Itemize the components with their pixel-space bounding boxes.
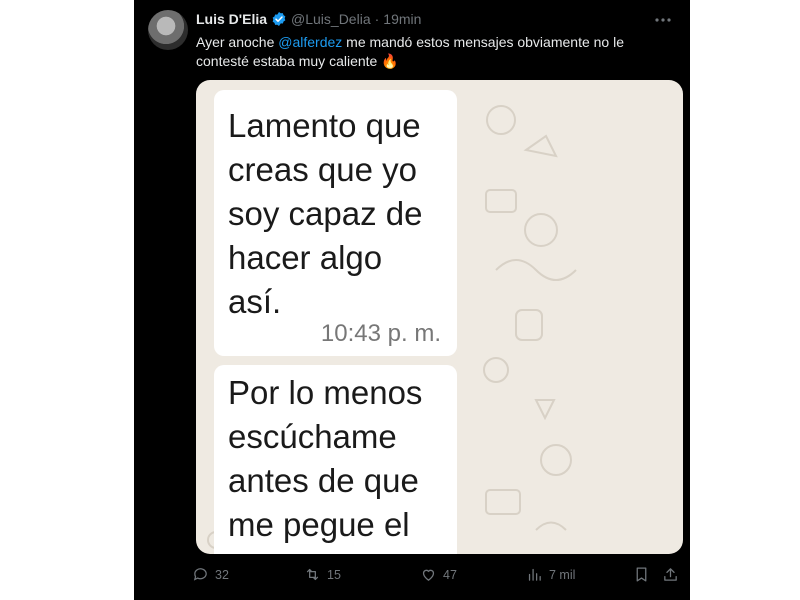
author-name[interactable]: Luis D'Elia: [196, 11, 267, 27]
header-separator: ·: [374, 11, 380, 27]
repost-count: 15: [327, 567, 341, 582]
chat-message-text: Lamento que creas que yo soy capaz de ha…: [228, 107, 423, 320]
tweet-actions: 32 15 47 7 mil: [192, 566, 682, 586]
share-icon[interactable]: [662, 566, 679, 583]
tweet-image[interactable]: Lamento que creas que yo soy capaz de ha…: [196, 80, 683, 554]
tweet[interactable]: Luis D'Elia @Luis_Delia · 19min Ayer ano…: [134, 0, 690, 600]
chat-message-bubble: Por lo menos escúchame antes de que me p…: [214, 365, 457, 554]
reply-count: 32: [215, 567, 229, 582]
avatar[interactable]: [148, 10, 188, 50]
repost-button[interactable]: 15: [304, 566, 341, 583]
chat-message-time: 10:43 p. m.: [320, 320, 441, 347]
views-count: 7 mil: [549, 567, 576, 582]
like-count: 47: [443, 567, 457, 582]
reply-button[interactable]: 32: [192, 566, 229, 583]
tweet-header: Luis D'Elia @Luis_Delia · 19min: [196, 11, 421, 27]
views-icon: [528, 568, 541, 581]
verified-badge-icon: [272, 12, 286, 26]
like-button[interactable]: 47: [420, 566, 457, 583]
chat-message-text: Por lo menos escúchame antes de que me p…: [228, 374, 423, 543]
author-handle[interactable]: @Luis_Delia: [291, 11, 371, 27]
tweet-text-start: Ayer anoche: [196, 34, 279, 50]
tweet-text: Ayer anoche @alferdez me mandó estos men…: [196, 33, 666, 71]
repost-icon: [306, 568, 319, 581]
views-button[interactable]: 7 mil: [526, 566, 575, 583]
mention-link[interactable]: @alferdez: [278, 34, 342, 50]
tweet-timestamp[interactable]: 19min: [383, 11, 421, 27]
like-icon: [422, 569, 435, 581]
reply-icon: [193, 568, 207, 581]
chat-message-bubble: Lamento que creas que yo soy capaz de ha…: [214, 90, 457, 356]
bookmark-icon[interactable]: [633, 566, 650, 583]
more-icon[interactable]: [654, 12, 672, 28]
